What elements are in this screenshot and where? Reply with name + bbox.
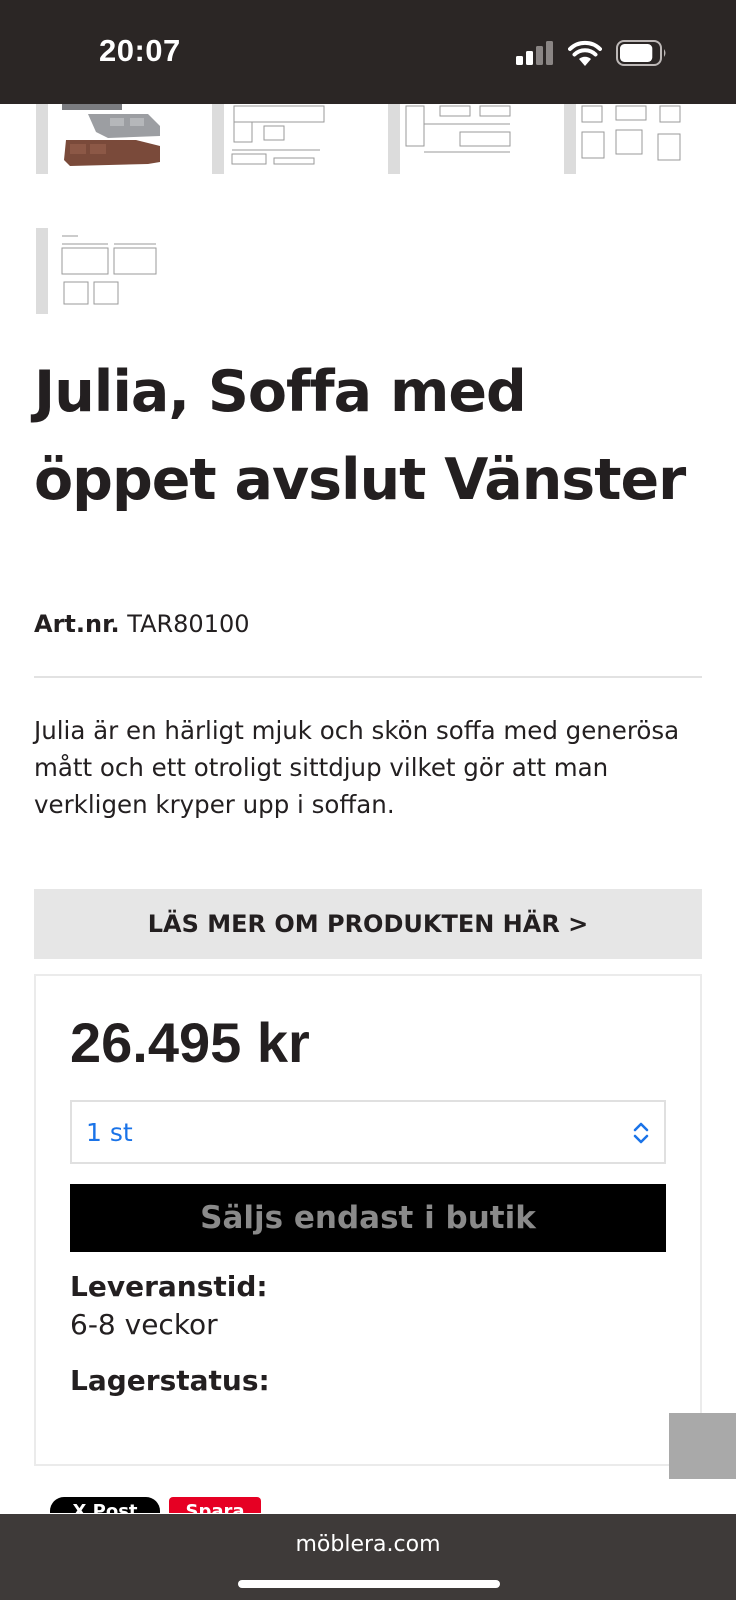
thumbnail-brand-strip: Julia: [203, 104, 224, 174]
cellular-signal-icon: [516, 41, 553, 65]
product-description: Julia är en härligt mjuk och skön soffa …: [34, 716, 680, 819]
browser-bottom-bar: möblera.com: [0, 1514, 736, 1600]
thumbnail-brand-strip: Julia: [27, 228, 48, 314]
purchase-box: 26.495 kr 1 st Säljs endast i butik Leve…: [34, 974, 702, 1466]
x-post-button[interactable]: X Post: [50, 1497, 160, 1513]
home-indicator[interactable]: [238, 1580, 500, 1588]
scroll-to-top-button[interactable]: [669, 1413, 736, 1479]
wifi-icon: [568, 40, 602, 66]
dimension-drawing: [581, 105, 681, 161]
status-bar: 20:07: [0, 0, 736, 104]
thumbnail-gallery: Julia Julia Julia Julia: [0, 104, 736, 174]
thumbnail-brand-label: Julia: [555, 147, 565, 168]
thumbnail-brand-label: Julia: [27, 287, 37, 308]
article-number-label: Art.nr.: [34, 610, 120, 638]
product-title: Julia, Soffa med öppet avslut Vänster: [34, 359, 686, 513]
select-updown-icon: [633, 1122, 649, 1144]
sofa-photo: [62, 104, 160, 166]
status-icons: [516, 40, 668, 66]
stock-status-label: Lagerstatus:: [70, 1364, 270, 1397]
thumbnail-drawing-4[interactable]: Julia: [27, 228, 166, 314]
delivery-time-label: Leveranstid:: [70, 1270, 268, 1303]
thumbnail-brand-strip: Julia: [379, 104, 400, 174]
quantity-select[interactable]: 1 st: [70, 1100, 666, 1164]
thumbnail-brand-strip: Julia: [27, 104, 48, 174]
dimension-drawing: [231, 105, 325, 165]
thumbnail-drawing-2[interactable]: Julia: [379, 104, 518, 174]
battery-icon: [616, 40, 666, 66]
address-bar-url[interactable]: möblera.com: [0, 1532, 736, 1557]
thumbnail-drawing-3[interactable]: Julia: [555, 104, 694, 174]
dimension-drawing: [61, 235, 157, 305]
delivery-time-value: 6-8 veckor: [70, 1308, 218, 1341]
thumbnail-sofa-photo[interactable]: Julia: [27, 104, 166, 174]
quantity-value: 1 st: [86, 1118, 133, 1147]
article-number: Art.nr. TAR80100: [34, 610, 250, 638]
read-more-button[interactable]: LÄS MER OM PRODUKTEN HÄR >: [34, 889, 702, 959]
thumbnail-brand-label: Julia: [203, 147, 213, 168]
pinterest-save-button[interactable]: Spara: [169, 1497, 261, 1513]
status-time: 20:07: [99, 33, 181, 68]
thumbnail-brand-label: Julia: [27, 147, 37, 168]
share-buttons: X Post Spara: [50, 1497, 270, 1513]
thumbnail-drawing-1[interactable]: Julia: [203, 104, 342, 174]
sold-in-store-button[interactable]: Säljs endast i butik: [70, 1184, 666, 1252]
article-number-value: TAR80100: [127, 610, 250, 638]
thumbnail-brand-strip: Julia: [555, 104, 576, 174]
thumbnail-brand-label: Julia: [379, 147, 389, 168]
divider: [34, 676, 702, 678]
dimension-drawing: [405, 105, 511, 153]
price: 26.495 kr: [70, 1011, 310, 1074]
